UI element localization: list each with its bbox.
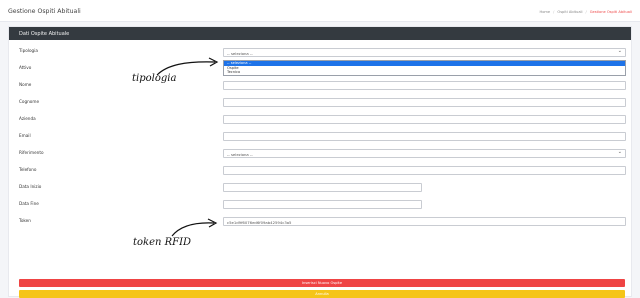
annotation-token: token RFID xyxy=(133,237,192,248)
label-data-inizio: Data Inizio xyxy=(19,184,42,189)
telefono-field[interactable] xyxy=(223,166,626,175)
tipologia-dropdown: -- seleziona -- Ospite Tecnico xyxy=(223,60,626,76)
label-cognome: Cognome xyxy=(19,99,40,104)
label-nome: Nome xyxy=(19,82,32,87)
label-telefono: Telefono xyxy=(19,167,37,172)
breadcrumb-ospiti[interactable]: Ospiti Abituali xyxy=(557,10,582,14)
data-inizio-field[interactable] xyxy=(223,183,422,192)
breadcrumb: Home / Ospiti Abituali / Gestione Ospiti Abi… xyxy=(539,10,632,14)
label-tipologia: Tipologia xyxy=(19,48,38,53)
email-field[interactable] xyxy=(223,132,626,141)
cognome-field[interactable] xyxy=(223,98,626,107)
label-token: Token xyxy=(19,218,31,223)
card-header: Dati Ospite Abituale xyxy=(9,27,631,40)
label-attivo: Attivo xyxy=(19,65,32,70)
save-button[interactable]: Inserisci Nuovo Ospite xyxy=(19,279,625,287)
breadcrumb-current: Gestione Ospiti Abituali xyxy=(589,10,632,14)
option-tecnico[interactable]: Tecnico xyxy=(224,70,625,75)
token-field[interactable]: c5e1d9f6076ed6f09ab42594c3a5 xyxy=(223,217,626,226)
label-data-fine: Data Fine xyxy=(19,201,39,206)
breadcrumb-home[interactable]: Home xyxy=(540,10,551,14)
label-azienda: Azienda xyxy=(19,116,36,121)
annotation-arrow-icon xyxy=(156,57,219,76)
label-riferimento: Riferimento xyxy=(19,150,44,155)
tipologia-select[interactable]: -- seleziona -- xyxy=(223,48,626,57)
annotation-arrow-icon xyxy=(171,218,218,237)
card-title: Dati Ospite Abituale xyxy=(19,30,70,37)
data-fine-field[interactable] xyxy=(223,200,422,209)
page-title: Gestione Ospiti Abituali xyxy=(8,8,81,15)
riferimento-select[interactable]: -- seleziona -- xyxy=(223,149,626,158)
nome-field[interactable] xyxy=(223,81,626,90)
top-bar: Gestione Ospiti Abituali Home / Ospiti Abi… xyxy=(0,0,640,22)
label-email: Email xyxy=(19,133,31,138)
form-card: Dati Ospite Abituale Tipologia -- selezi… xyxy=(8,26,632,298)
azienda-field[interactable] xyxy=(223,115,626,124)
